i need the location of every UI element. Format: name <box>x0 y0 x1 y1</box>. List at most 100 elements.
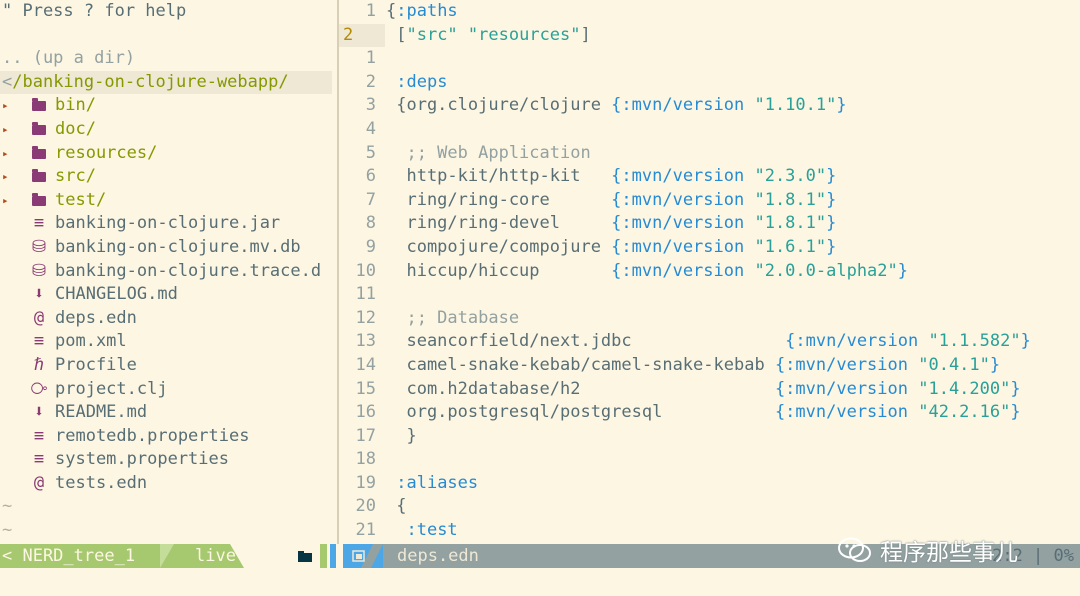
folder-icon <box>252 544 336 568</box>
tree-file-item[interactable]: @ deps.edn <box>0 307 337 331</box>
tree-item-name: README.md <box>55 402 148 423</box>
tree-dir-item[interactable]: ▸ bin/ <box>0 94 337 118</box>
line-number: 4 <box>365 118 376 139</box>
tree-file-item[interactable]: ≡ banking-on-clojure.jar <box>0 212 337 236</box>
code-line[interactable]: 1 <box>339 47 1080 71</box>
code-line[interactable]: 8 ring/ring-devel {:mvn/version "1.8.1"} <box>339 212 1080 236</box>
code-token: } <box>826 236 837 257</box>
code-token: { <box>386 1 397 21</box>
code-token: } <box>1010 402 1021 423</box>
code-line[interactable]: 12 ;; Database <box>339 307 1080 331</box>
line-number: 18 <box>355 449 376 470</box>
code-line[interactable]: 7 ring/ring-core {:mvn/version "1.8.1"} <box>339 189 1080 213</box>
tree-file-item[interactable]: ≡ remotedb.properties <box>0 425 337 449</box>
tree-file-item[interactable]: ⛁ banking-on-clojure.mv.db <box>0 236 337 260</box>
code-text: } <box>386 425 416 449</box>
tree-dir-item[interactable]: ▸ resources/ <box>0 142 337 166</box>
expand-arrow-icon[interactable]: ▸ <box>2 94 9 118</box>
tree-dir-item[interactable]: ▸ src/ <box>0 165 337 189</box>
code-text: compojure/compojure {:mvn/version "1.6.1… <box>386 236 836 260</box>
command-line[interactable] <box>0 568 1080 596</box>
code-line[interactable]: 15 com.h2database/h2 {:mvn/version "1.4.… <box>339 378 1080 402</box>
expand-arrow-icon[interactable]: ▸ <box>2 142 9 166</box>
nerdtree-root-path[interactable]: </banking-on-clojure-webapp/ <box>0 70 332 95</box>
expand-arrow-icon[interactable]: ▸ <box>2 189 9 213</box>
clojure-icon: ⧂ <box>30 378 48 399</box>
code-line[interactable]: 3 {org.clojure/clojure {:mvn/version "1.… <box>339 94 1080 118</box>
code-token: } <box>989 354 1001 375</box>
code-token: } <box>1010 378 1021 399</box>
code-line[interactable]: 4 <box>339 118 1080 142</box>
line-number: 2 <box>339 23 385 48</box>
expand-arrow-icon[interactable]: ▸ <box>2 165 9 189</box>
code-token: "src" <box>406 24 458 45</box>
code-token: compojure/compojure <box>386 236 612 257</box>
tree-item-name: src/ <box>55 166 96 187</box>
tree-file-item[interactable]: ⬇ CHANGELOG.md <box>0 283 337 307</box>
code-token: {:mvn/version <box>611 95 755 116</box>
nerdtree-buffer-label: < NERD_tree_1 <box>0 544 162 568</box>
code-text: hiccup/hiccup {:mvn/version "2.0.0-alpha… <box>386 260 908 284</box>
heroku-icon: ℏ <box>33 354 45 375</box>
edn-icon: @ <box>33 472 45 493</box>
code-line[interactable]: 14 camel-snake-kebab/camel-snake-kebab {… <box>339 354 1080 378</box>
code-line[interactable]: 9 compojure/compojure {:mvn/version "1.6… <box>339 236 1080 260</box>
code-text: ;; Database <box>386 307 519 331</box>
tree-dir-item[interactable]: ▸ test/ <box>0 189 337 213</box>
markdown-icon: ⬇ <box>33 284 45 305</box>
current-file-name: deps.edn <box>397 546 479 566</box>
code-line[interactable]: 2 :deps <box>339 71 1080 95</box>
tree-file-item[interactable]: ℏ Procfile <box>0 354 337 378</box>
code-token: "42.2.16" <box>918 402 1011 423</box>
tree-dir-item[interactable]: ▸ doc/ <box>0 118 337 142</box>
code-line[interactable]: 13 seancorfield/next.jdbc {:mvn/version … <box>339 330 1080 354</box>
code-line[interactable]: 5 ;; Web Application <box>339 142 1080 166</box>
tree-item-name: CHANGELOG.md <box>55 284 178 305</box>
code-line[interactable]: 11 <box>339 283 1080 307</box>
tree-item-name: remotedb.properties <box>55 425 250 446</box>
code-token: hiccup/hiccup <box>386 260 612 281</box>
tree-file-item[interactable]: ⬇ README.md <box>0 401 337 425</box>
code-text: {org.clojure/clojure {:mvn/version "1.10… <box>386 94 846 118</box>
tree-item-name: banking-on-clojure.trace.d <box>55 260 322 281</box>
tree-file-item[interactable]: @ tests.edn <box>0 472 337 496</box>
code-token: {:mvn/version <box>611 189 755 210</box>
code-line[interactable]: 17 } <box>339 425 1080 449</box>
nerdtree-pane[interactable]: " Press ? for help .. (up a dir) </banki… <box>0 0 337 544</box>
code-token: } <box>897 260 909 281</box>
lines-icon: ≡ <box>33 425 45 446</box>
code-token: "1.10.1" <box>754 95 837 116</box>
tree-file-item[interactable]: ≡ pom.xml <box>0 330 337 354</box>
up-a-dir-link[interactable]: .. (up a dir) <box>0 47 337 71</box>
code-line[interactable]: 20 { <box>339 495 1080 519</box>
line-number: 3 <box>365 95 376 116</box>
code-line[interactable]: 18 <box>339 448 1080 472</box>
line-number: 5 <box>365 142 376 163</box>
code-token: http-kit/http-kit <box>386 166 612 187</box>
code-line[interactable]: 10 hiccup/hiccup {:mvn/version "2.0.0-al… <box>339 260 1080 284</box>
code-token: :deps <box>396 71 448 92</box>
code-line[interactable]: 19 :aliases <box>339 472 1080 496</box>
expand-arrow-icon[interactable]: ▸ <box>2 118 9 142</box>
line-number: 13 <box>355 331 376 352</box>
editor-pane[interactable]: 1 {:paths 2 ["src" "resources"] 1 2 :deps 3 {… <box>339 0 1080 544</box>
code-line[interactable]: 6 http-kit/http-kit {:mvn/version "2.3.0… <box>339 165 1080 189</box>
tree-file-item[interactable]: ≡ system.properties <box>0 448 337 472</box>
code-line[interactable]: 1 {:paths <box>339 0 1080 24</box>
tree-file-item[interactable]: ⧂ project.clj <box>0 378 337 402</box>
code-text: :aliases <box>386 472 478 496</box>
code-token: :paths <box>396 1 458 21</box>
branch-name: live <box>195 546 236 566</box>
code-line[interactable]: 16 org.postgresql/postgresql {:mvn/versi… <box>339 401 1080 425</box>
folder-icon <box>30 189 48 213</box>
code-text: {:paths <box>386 0 458 24</box>
code-line[interactable]: 2 ["src" "resources"] <box>339 23 1080 48</box>
line-number: 7 <box>365 189 376 210</box>
line-number: 21 <box>355 520 376 541</box>
code-token: {:mvn/version <box>611 260 755 281</box>
code-token: {:mvn/version <box>611 166 755 187</box>
code-token: {:mvn/version <box>611 213 755 234</box>
tree-file-item[interactable]: ⛁ banking-on-clojure.trace.d <box>0 260 337 284</box>
tree-item-name: Procfile <box>55 354 137 375</box>
